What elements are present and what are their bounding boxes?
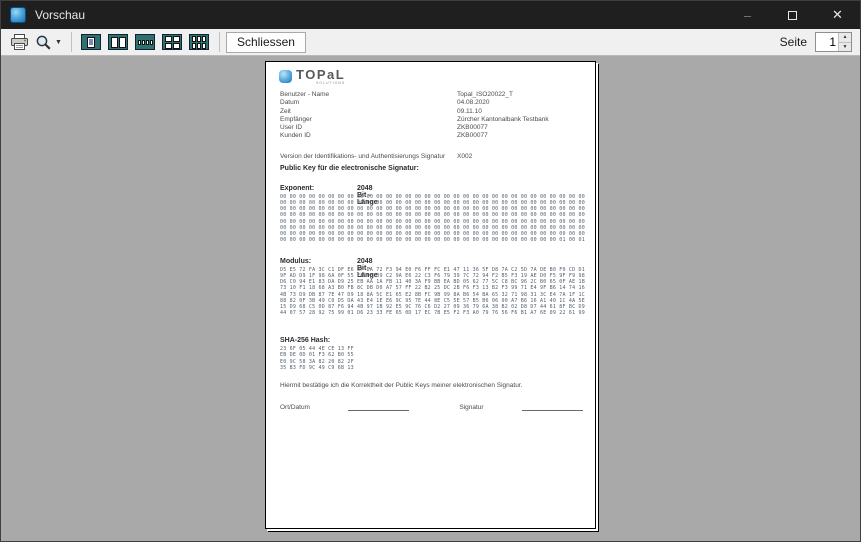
ort-datum-line	[348, 403, 409, 411]
hex-row: 4B 73 D9 DB 87 7E 47 D9 18 8A 5C E1 65 E…	[280, 292, 585, 298]
signatur-label: Signatur	[459, 404, 483, 411]
close-button[interactable]: ✕	[815, 1, 860, 29]
toolbar: ▼ Schliessen	[1, 29, 860, 56]
version-label: Version der Identifikations- und Authent…	[280, 153, 457, 161]
zoom-dropdown-caret[interactable]: ▼	[55, 39, 62, 46]
page-up-button[interactable]: ▲	[839, 33, 851, 43]
sha256-hex-block: 23 6F 05 44 4E CE 13 FFEB DE 0D 01 F3 62…	[280, 346, 585, 371]
header-label: Kunden ID	[280, 132, 457, 140]
signatur-line	[522, 403, 583, 411]
titlebar: Vorschau – ✕	[1, 1, 860, 29]
view-one-page-button[interactable]	[80, 32, 103, 52]
header-value: 04.08.2020	[457, 99, 583, 107]
header-row: Benutzer - NameTopal_ISO20022_T	[280, 91, 583, 99]
view-one-page-icon	[81, 34, 101, 50]
maximize-icon	[788, 11, 797, 20]
header-value: ZKB00077	[457, 132, 583, 140]
topal-logo-icon	[279, 70, 292, 83]
topal-logo: TOPaL SOLUTIONS	[279, 69, 345, 85]
hex-row: 73 10 F1 18 68 A3 B0 FB 8C DB D0 A7 57 F…	[280, 285, 585, 291]
preview-window: Vorschau – ✕ ▼	[0, 0, 861, 542]
hex-row: 44 07 57 28 92 75 99 01 D6 23 33 FE 65 0…	[280, 310, 585, 316]
document-header: Benutzer - NameTopal_ISO20022_T Datum04.…	[280, 91, 583, 141]
header-row: Kunden IDZKB00077	[280, 132, 583, 140]
header-label: Zeit	[280, 108, 457, 116]
document-page: TOPaL SOLUTIONS Benutzer - NameTopal_ISO…	[265, 61, 596, 529]
print-icon	[10, 34, 29, 51]
view-four-pages-grid-button[interactable]	[161, 32, 184, 52]
minimize-button[interactable]: –	[725, 1, 770, 29]
header-row: EmpfängerZürcher Kantonalbank Testbank	[280, 116, 583, 124]
header-value: ZKB00077	[457, 124, 583, 132]
page-down-button[interactable]: ▼	[839, 43, 851, 52]
view-four-pages-row-icon	[135, 34, 155, 50]
view-six-pages-grid-icon	[189, 34, 209, 50]
signature-row: Ort/Datum Signatur	[280, 403, 583, 411]
view-four-pages-grid-icon	[162, 34, 182, 50]
close-icon: ✕	[832, 7, 843, 23]
print-button[interactable]	[7, 31, 32, 53]
minimize-icon: –	[744, 8, 751, 23]
schliessen-button[interactable]: Schliessen	[226, 32, 306, 53]
modulus-label: Modulus:	[280, 258, 311, 265]
view-two-pages-button[interactable]	[107, 32, 130, 52]
view-six-pages-grid-button[interactable]	[188, 32, 211, 52]
hex-row: 35 B3 FD 9C 49 C9 6B 13	[280, 365, 585, 371]
sha256-label: SHA-256 Hash:	[280, 337, 330, 344]
header-label: Datum	[280, 99, 457, 107]
header-label: User ID	[280, 124, 457, 132]
header-value: Zürcher Kantonalbank Testbank	[457, 116, 583, 124]
preview-area[interactable]: TOPaL SOLUTIONS Benutzer - NameTopal_ISO…	[1, 57, 860, 541]
exponent-label: Exponent:	[280, 185, 314, 192]
header-row: Zeit09.11.10	[280, 108, 583, 116]
topal-logo-text: TOPaL	[296, 69, 345, 81]
ort-datum-label: Ort/Datum	[280, 404, 310, 411]
confirmation-text: Hiermit bestätige ich die Korrektheit de…	[280, 382, 522, 389]
app-icon	[10, 7, 26, 23]
view-two-pages-icon	[108, 34, 128, 50]
modulus-heading: Modulus: 2048 Bit - Länge	[280, 258, 311, 265]
exponent-hex-block: 00 00 00 00 00 00 00 00 00 00 00 00 00 0…	[280, 194, 585, 243]
header-label: Benutzer - Name	[280, 91, 457, 99]
hex-row: 00 00 00 00 00 00 00 00 00 00 00 00 00 0…	[280, 212, 585, 218]
sha256-heading: SHA-256 Hash:	[280, 337, 330, 344]
toolbar-separator-2	[219, 32, 220, 52]
header-value: 09.11.10	[457, 108, 583, 116]
maximize-button[interactable]	[770, 1, 815, 29]
window-title: Vorschau	[35, 8, 85, 22]
hex-row: 00 00 00 00 00 00 00 00 00 00 00 00 00 0…	[280, 237, 585, 243]
page-spinner: ▲ ▼	[815, 32, 852, 52]
hex-row: 00 00 00 00 00 00 00 00 00 00 00 00 00 0…	[280, 219, 585, 225]
header-row: User IDZKB00077	[280, 124, 583, 132]
zoom-button[interactable]: ▼	[32, 31, 65, 53]
header-value: Topal_ISO20022_T	[457, 91, 583, 99]
toolbar-separator	[71, 32, 72, 52]
page-number-input[interactable]	[816, 33, 838, 51]
header-label: Empfänger	[280, 116, 457, 124]
page-number-label: Seite	[780, 35, 807, 49]
exponent-heading: Exponent: 2048 Bit - Länge	[280, 185, 314, 192]
modulus-hex-block: D5 E5 72 FA 3C C1 DF E6 3F DA 72 F3 94 E…	[280, 267, 585, 316]
version-value: X002	[457, 153, 583, 161]
public-key-heading: Public Key für die electronische Signatu…	[280, 165, 419, 172]
header-row: Datum04.08.2020	[280, 99, 583, 107]
zoom-icon	[35, 34, 52, 51]
signature-version-row: Version der Identifikations- und Authent…	[280, 153, 583, 161]
view-four-pages-row-button[interactable]	[134, 32, 157, 52]
